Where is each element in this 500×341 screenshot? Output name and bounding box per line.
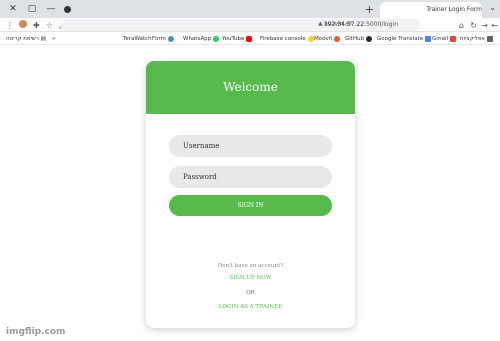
bookmark-whatsapp[interactable]: WhatsApp (183, 35, 220, 43)
apps-grid-icon (486, 35, 493, 42)
bookmark-gmail[interactable]: Gmail (432, 35, 457, 43)
not-secure-text: לא מאובטח (324, 21, 352, 27)
bookmark-label: TeraWatch (123, 36, 152, 42)
bookmark-apps[interactable]: אפליקציות (460, 35, 493, 43)
bookmark-label: אפליקציות (460, 36, 485, 42)
minimize-window-icon[interactable]: — (44, 2, 58, 16)
bookmark-label: Gmail (432, 36, 449, 42)
star-bookmark-icon[interactable]: ☆ (46, 21, 53, 31)
avatar[interactable] (19, 20, 27, 28)
bookmark-label: GitHub (345, 36, 365, 42)
tab-search-icon[interactable]: ⌄ (489, 3, 496, 12)
tab-title: Trainer Login Form (426, 6, 482, 13)
gmail-icon (450, 35, 457, 42)
bookmark-github[interactable]: GitHub (345, 35, 373, 43)
back-icon[interactable]: ← (491, 21, 498, 31)
bookmark-youtube[interactable]: YouTube (222, 35, 253, 43)
extension-icon[interactable] (64, 6, 71, 13)
bookmark-label: Moovit (314, 36, 333, 42)
bookmark-label: Firebase console (260, 36, 306, 42)
github-icon (366, 35, 373, 42)
bookmark-terawatch[interactable]: TeraWatch (123, 35, 152, 43)
reload-icon[interactable]: ↻ (470, 21, 477, 31)
bookmark-form[interactable]: Form (152, 35, 174, 43)
forward-icon[interactable]: → (481, 21, 488, 31)
puzzle-extensions-icon[interactable]: ✚ (33, 21, 40, 31)
bookmark-google-translate[interactable]: Google Translate (377, 35, 432, 43)
no-account-prompt: Don't have an account? (217, 263, 284, 269)
bookmarks-overflow-icon[interactable]: » (52, 35, 55, 43)
sign-up-link[interactable]: SIGN UP NOW (146, 275, 355, 281)
close-window-icon[interactable]: ✕ (6, 2, 20, 16)
translate-icon (425, 35, 432, 42)
page-content: Welcome Username Password SIGN IN Don't … (0, 46, 500, 341)
home-icon[interactable]: ⌂ (459, 21, 464, 31)
bookmark-label: YouTube (222, 36, 245, 42)
form-icon (167, 35, 174, 42)
tab-active[interactable]: Trainer Login Form (380, 2, 482, 18)
moovit-icon (334, 35, 341, 42)
bookmark-label: Google Translate (377, 36, 424, 42)
url-path: :5000/login (364, 21, 398, 28)
firebase-icon (307, 35, 314, 42)
card-header: Welcome (146, 61, 355, 114)
or-divider: OR (246, 290, 255, 296)
watermark: imgflip.com (6, 327, 66, 337)
youtube-icon (246, 35, 253, 42)
welcome-title: Welcome (223, 80, 278, 94)
not-secure-label[interactable]: ▲ לא מאובטח (318, 21, 352, 27)
bookmark-label: WhatsApp (183, 36, 212, 42)
bookmark-label: רשימת קריאה (6, 36, 39, 42)
password-input[interactable]: Password (169, 166, 332, 188)
login-as-trainee-link[interactable]: LOGIN AS A TRAINEE (146, 304, 355, 310)
bookmark-moovit[interactable]: Moovit (314, 35, 341, 43)
menu-icon[interactable]: ⋮ (6, 21, 14, 31)
bookmark-reading-list[interactable]: רשימת קריאה ▤ (6, 35, 46, 43)
whatsapp-icon (213, 35, 220, 42)
new-tab-button[interactable]: + (365, 3, 374, 16)
maximize-window-icon[interactable]: ▢ (25, 2, 39, 16)
browser-window: ✕ ▢ — + ✕ Trainer Login Form ⌄ ⋮ ✚ ☆ ⚷ 1… (0, 0, 500, 341)
login-card: Welcome Username Password SIGN IN Don't … (146, 61, 355, 328)
username-input[interactable]: Username (169, 135, 332, 157)
tab-bar: ✕ ▢ — + ✕ Trainer Login Form ⌄ (0, 0, 500, 18)
sign-in-button[interactable]: SIGN IN (169, 195, 332, 216)
bookmark-label: Form (152, 36, 166, 42)
bookmark-firebase[interactable]: Firebase console (260, 35, 314, 43)
